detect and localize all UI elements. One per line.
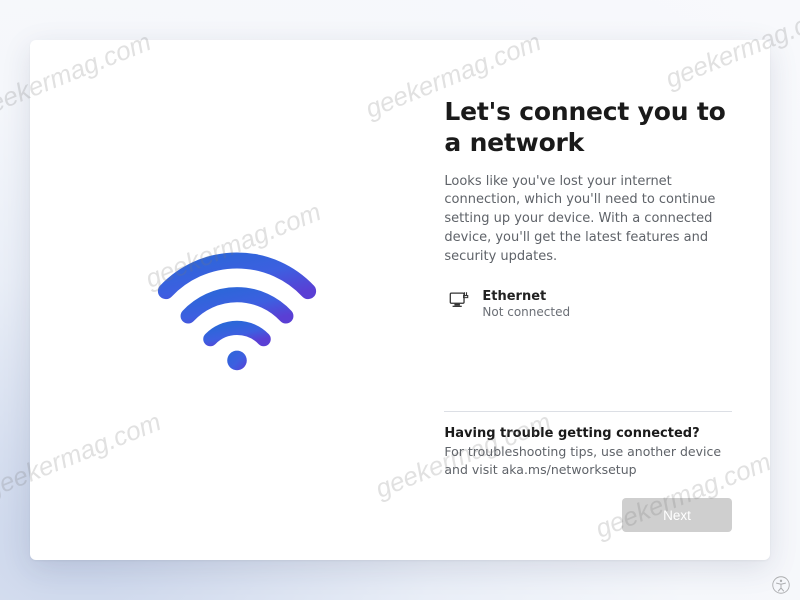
content-pane: Let's connect you to a network Looks lik…: [444, 40, 770, 560]
network-item-ethernet[interactable]: Ethernet Not connected: [444, 289, 732, 320]
divider: [444, 411, 732, 412]
next-button[interactable]: Next: [622, 498, 732, 532]
page-description: Looks like you've lost your internet con…: [444, 173, 732, 267]
network-name: Ethernet: [482, 289, 570, 305]
network-status: Not connected: [482, 305, 570, 320]
accessibility-icon[interactable]: [772, 576, 790, 594]
help-title: Having trouble getting connected?: [444, 426, 732, 441]
ethernet-icon: [448, 289, 470, 311]
page-title: Let's connect you to a network: [444, 96, 732, 159]
help-description: For troubleshooting tips, use another de…: [444, 443, 732, 478]
illustration-pane: [30, 40, 444, 560]
oobe-card: Let's connect you to a network Looks lik…: [30, 40, 770, 560]
footer-actions: Next: [444, 498, 732, 532]
wifi-icon: [147, 220, 327, 380]
network-item-text: Ethernet Not connected: [482, 289, 570, 320]
